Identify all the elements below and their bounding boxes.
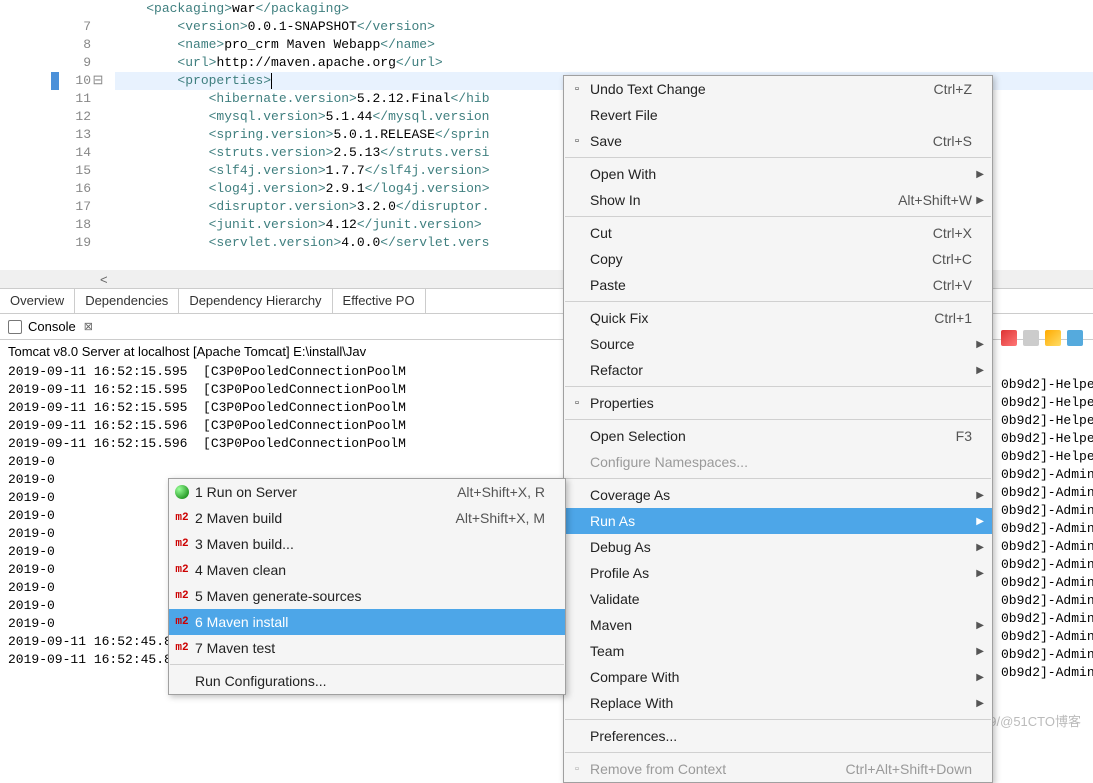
tab-overview[interactable]: Overview — [0, 289, 75, 313]
menu-item-quick-fix[interactable]: Quick FixCtrl+1 — [564, 305, 992, 331]
tab-dependencies[interactable]: Dependencies — [75, 289, 179, 313]
menu-separator — [565, 478, 991, 479]
code-line: 9 <url>http://maven.apache.org</url> — [0, 54, 1093, 72]
maven-icon: m2 — [174, 614, 190, 630]
menu-separator — [565, 752, 991, 753]
menu-item-refactor[interactable]: Refactor▶ — [564, 357, 992, 383]
menu-item-undo-text-change[interactable]: ▫Undo Text ChangeCtrl+Z — [564, 76, 992, 102]
menu-item-3-maven-build[interactable]: m23 Maven build... — [169, 531, 565, 557]
menu-item-paste[interactable]: PasteCtrl+V — [564, 272, 992, 298]
maven-icon: m2 — [174, 510, 190, 526]
console-icon — [8, 320, 22, 334]
console-title: Console — [28, 319, 76, 334]
editor-context-menu[interactable]: ▫Undo Text ChangeCtrl+ZRevert File▫SaveC… — [563, 75, 993, 783]
menu-item-copy[interactable]: CopyCtrl+C — [564, 246, 992, 272]
console-toolbar — [1001, 330, 1089, 346]
menu-item-run-as[interactable]: Run As▶ — [564, 508, 992, 534]
menu-item-5-maven-generate-sources[interactable]: m25 Maven generate-sources — [169, 583, 565, 609]
menu-item-properties[interactable]: ▫Properties — [564, 390, 992, 416]
menu-item-profile-as[interactable]: Profile As▶ — [564, 560, 992, 586]
menu-item-6-maven-install[interactable]: m26 Maven install — [169, 609, 565, 635]
terminate-icon[interactable] — [1001, 330, 1017, 346]
tab-dependency-hierarchy[interactable]: Dependency Hierarchy — [179, 289, 332, 313]
menu-item-configure-namespaces: Configure Namespaces... — [564, 449, 992, 475]
menu-item-preferences[interactable]: Preferences... — [564, 723, 992, 749]
close-icon[interactable]: ⊠ — [82, 320, 95, 333]
maven-icon: m2 — [174, 562, 190, 578]
menu-item-source[interactable]: Source▶ — [564, 331, 992, 357]
menu-separator — [565, 301, 991, 302]
menu-item-show-in[interactable]: Show InAlt+Shift+W▶ — [564, 187, 992, 213]
menu-item-1-run-on-server[interactable]: 1 Run on ServerAlt+Shift+X, R — [169, 479, 565, 505]
menu-separator — [565, 157, 991, 158]
menu-item-4-maven-clean[interactable]: m24 Maven clean — [169, 557, 565, 583]
menu-item-debug-as[interactable]: Debug As▶ — [564, 534, 992, 560]
menu-item-validate[interactable]: Validate — [564, 586, 992, 612]
menu-item-open-selection[interactable]: Open SelectionF3 — [564, 423, 992, 449]
menu-item-replace-with[interactable]: Replace With▶ — [564, 690, 992, 716]
menu-separator — [565, 419, 991, 420]
menu-separator — [170, 664, 564, 665]
menu-item-revert-file[interactable]: Revert File — [564, 102, 992, 128]
menu-separator — [565, 719, 991, 720]
menu-item-remove-from-context: ▫Remove from ContextCtrl+Alt+Shift+Down — [564, 756, 992, 782]
menu-item-open-with[interactable]: Open With▶ — [564, 161, 992, 187]
menu-item-compare-with[interactable]: Compare With▶ — [564, 664, 992, 690]
undo-icon: ▫ — [569, 81, 585, 97]
remove-launch-icon[interactable] — [1023, 330, 1039, 346]
run-as-submenu[interactable]: 1 Run on ServerAlt+Shift+X, Rm22 Maven b… — [168, 478, 566, 695]
tab-effective-po[interactable]: Effective PO — [333, 289, 426, 313]
save-icon: ▫ — [569, 133, 585, 149]
remove-icon: ▫ — [569, 761, 585, 777]
maven-icon: m2 — [174, 536, 190, 552]
clear-console-icon[interactable] — [1045, 330, 1061, 346]
menu-item-cut[interactable]: CutCtrl+X — [564, 220, 992, 246]
maven-icon: m2 — [174, 640, 190, 656]
menu-separator — [565, 216, 991, 217]
menu-item-coverage-as[interactable]: Coverage As▶ — [564, 482, 992, 508]
menu-item-save[interactable]: ▫SaveCtrl+S — [564, 128, 992, 154]
scroll-lock-icon[interactable] — [1067, 330, 1083, 346]
properties-icon: ▫ — [569, 395, 585, 411]
menu-item-7-maven-test[interactable]: m27 Maven test — [169, 635, 565, 661]
server-icon — [174, 484, 190, 500]
menu-item-run-configurations[interactable]: Run Configurations... — [169, 668, 565, 694]
code-line: 7 <version>0.0.1-SNAPSHOT</version> — [0, 18, 1093, 36]
menu-item-team[interactable]: Team▶ — [564, 638, 992, 664]
menu-separator — [565, 386, 991, 387]
menu-item-maven[interactable]: Maven▶ — [564, 612, 992, 638]
maven-icon: m2 — [174, 588, 190, 604]
menu-item-2-maven-build[interactable]: m22 Maven buildAlt+Shift+X, M — [169, 505, 565, 531]
code-line: 8 <name>pro_crm Maven Webapp</name> — [0, 36, 1093, 54]
console-output-right: 0b9d2]-Helpe 0b9d2]-Helpe 0b9d2]-Helpe 0… — [993, 376, 1093, 682]
code-line: <packaging>war</packaging> — [0, 0, 1093, 18]
